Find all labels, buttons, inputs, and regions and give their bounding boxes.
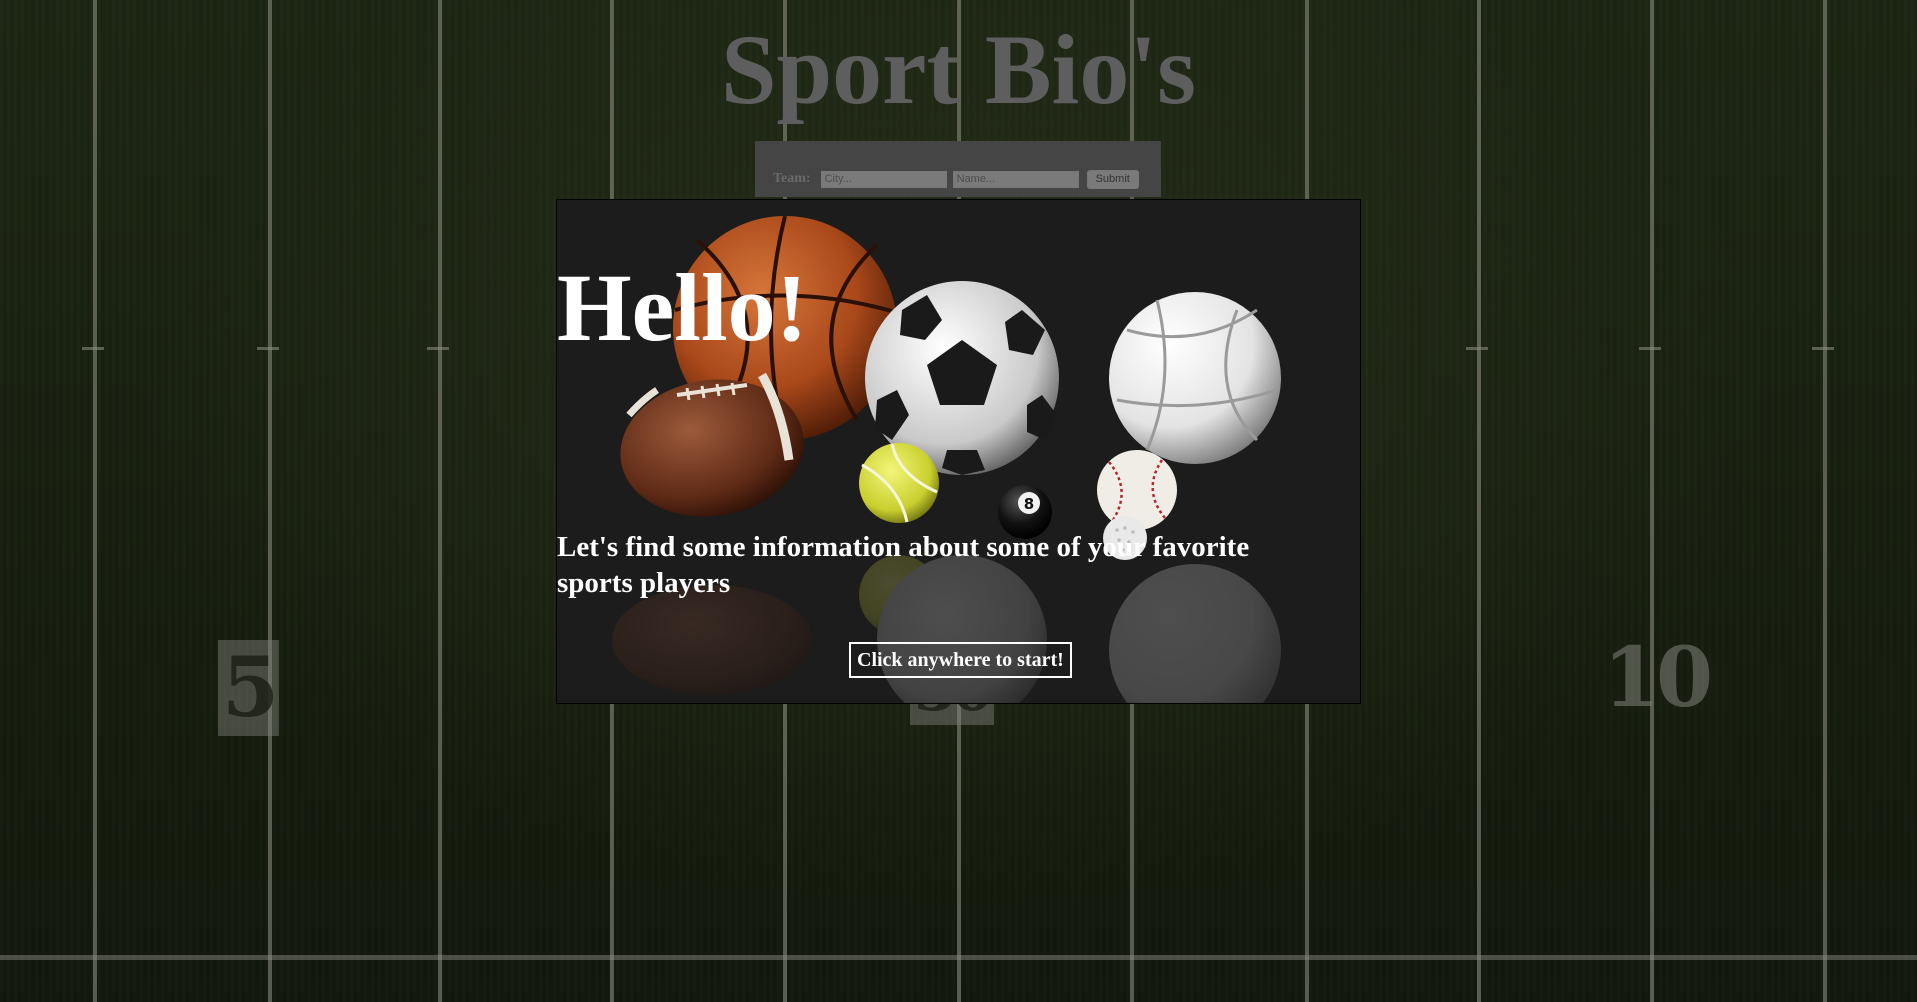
team-search-form: Team: Submit [755, 141, 1161, 197]
city-input[interactable] [820, 170, 947, 188]
baseball-icon [1097, 450, 1177, 530]
modal-subtitle: Let's find some information about some o… [557, 531, 1250, 599]
tennis-ball-icon [859, 443, 939, 523]
modal-heading: Hello! [557, 254, 808, 361]
start-button[interactable]: Click anywhere to start! [849, 642, 1072, 678]
submit-button[interactable]: Submit [1086, 169, 1139, 189]
eight-ball-number: 8 [1024, 495, 1034, 513]
site-title: Sport Bio's [720, 14, 1197, 125]
volleyball-icon [1109, 292, 1281, 464]
team-name-input[interactable] [952, 170, 1079, 188]
welcome-modal[interactable]: 8 Hello! Let's find some information abo… [556, 199, 1361, 704]
football-reflection [612, 585, 812, 695]
team-label: Team: [773, 171, 811, 186]
